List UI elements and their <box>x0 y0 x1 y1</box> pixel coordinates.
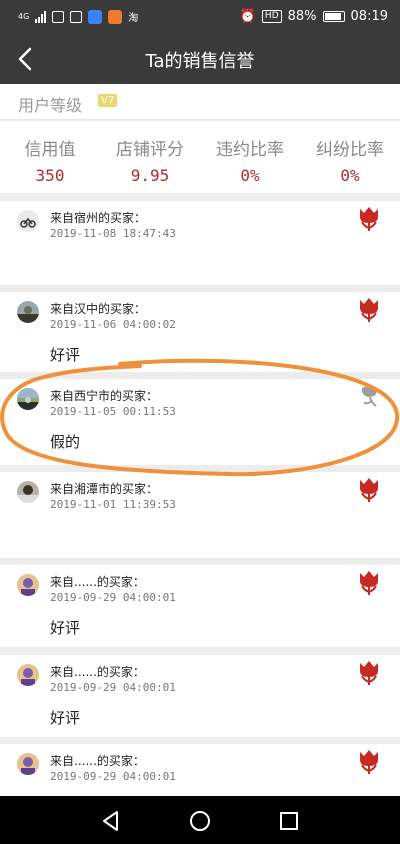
review-time: 2019-09-29 04:00:01 <box>50 591 176 604</box>
vibrate-icon <box>52 10 65 23</box>
credit-stats: 信用值 350 店铺评分 9.95 违约比率 0% 纠纷比率 0% <box>0 121 400 193</box>
review-item[interactable]: 来自......的买家： 2019-09-29 04:00:01 <box>0 744 400 796</box>
stat-label: 违约比率 <box>216 140 284 160</box>
status-bar: 4G 淘 ⏰ HD 88% 08:19 <box>0 0 400 34</box>
battery-icon <box>322 11 345 22</box>
stat-breach-rate: 违约比率 0% <box>200 121 300 193</box>
review-content: 好评 <box>50 709 81 727</box>
review-content: 好评 <box>50 619 81 637</box>
stat-value: 350 <box>35 166 65 185</box>
stat-value: 9.95 <box>130 166 170 185</box>
user-level-label: 用户等级 <box>18 96 83 115</box>
recents-square-icon[interactable] <box>276 808 302 834</box>
stat-store-score: 店铺评分 9.95 <box>100 121 200 193</box>
taobao-mini-icon: 淘 <box>128 13 139 24</box>
motorcycle-avatar <box>17 210 39 232</box>
status-right: ⏰ HD 88% 08:19 <box>240 9 388 24</box>
hd-badge: HD <box>261 10 282 23</box>
person-avatar <box>17 481 39 503</box>
review-item[interactable]: 来自宿州的买家： 2019-11-08 18:47:43 <box>0 201 400 285</box>
review-time: 2019-11-05 00:11:53 <box>50 405 176 418</box>
user-level-row: 用户等级 V7 <box>0 84 400 120</box>
level-badge: V7 <box>98 94 118 107</box>
good-rating-flower-icon <box>360 571 378 595</box>
buyer-location: 来自......的买家： <box>50 665 145 679</box>
battery-percent: 88% <box>287 9 317 24</box>
good-rating-flower-icon <box>360 478 378 502</box>
bad-rating-wilted-flower-icon <box>362 386 377 407</box>
person-avatar <box>17 301 39 323</box>
buyer-location: 来自湘潭市的买家： <box>50 482 159 496</box>
stat-credit: 信用值 350 <box>0 121 100 193</box>
buyer-location: 来自宿州的买家： <box>50 211 147 225</box>
review-content: 假的 <box>50 433 81 451</box>
stat-label: 纠纷比率 <box>316 140 384 160</box>
review-item[interactable]: 来自......的买家： 2019-09-29 04:00:01 好评 <box>0 655 400 737</box>
stat-dispute-rate: 纠纷比率 0% <box>300 121 400 193</box>
stat-label: 店铺评分 <box>116 140 184 160</box>
good-rating-flower-icon <box>360 750 378 774</box>
buyer-location: 来自西宁市的买家： <box>50 389 159 403</box>
stat-value: 0% <box>240 166 260 185</box>
good-rating-flower-icon <box>360 661 378 685</box>
stat-label: 信用值 <box>24 140 76 160</box>
taobao-app-icon <box>108 9 123 24</box>
buyer-location: 来自汉中的买家： <box>50 302 147 316</box>
stat-value: 0% <box>340 166 360 185</box>
review-time: 2019-11-08 18:47:43 <box>50 227 176 240</box>
clock: 08:19 <box>350 9 388 24</box>
cartoon-avatar <box>17 574 39 596</box>
cartoon-avatar <box>17 664 39 686</box>
shield-app-icon <box>88 9 103 24</box>
status-left: 4G 淘 <box>18 9 138 24</box>
review-time: 2019-09-29 04:00:01 <box>50 681 176 694</box>
review-item[interactable]: 来自湘潭市的买家： 2019-11-01 11:39:53 <box>0 472 400 558</box>
cartoon-avatar <box>17 753 39 775</box>
review-item[interactable]: 来自汉中的买家： 2019-11-06 04:00:02 好评 <box>0 292 400 372</box>
page-title: Ta的销售信誉 <box>145 51 255 72</box>
good-rating-flower-icon <box>360 298 378 322</box>
android-nav-bar <box>0 796 400 844</box>
good-rating-flower-icon <box>360 207 378 231</box>
landscape-avatar <box>17 388 39 410</box>
home-circle-icon[interactable] <box>187 808 213 834</box>
review-time: 2019-09-29 04:00:01 <box>50 770 176 783</box>
buyer-location: 来自......的买家： <box>50 575 145 589</box>
review-list[interactable]: 来自宿州的买家： 2019-11-08 18:47:43 来自汉中的买家： 20… <box>0 201 400 796</box>
review-time: 2019-11-06 04:00:02 <box>50 318 176 331</box>
review-item[interactable]: 来自西宁市的买家： 2019-11-05 00:11:53 假的 <box>0 379 400 465</box>
network-label: 4G <box>18 12 30 21</box>
alarm-icon: ⏰ <box>239 9 256 24</box>
header-bar: Ta的销售信誉 <box>0 34 400 84</box>
nfc-icon <box>70 10 83 23</box>
review-item[interactable]: 来自......的买家： 2019-09-29 04:00:01 好评 <box>0 565 400 647</box>
review-content: 好评 <box>50 346 81 364</box>
buyer-location: 来自......的买家： <box>50 754 145 768</box>
back-triangle-icon[interactable] <box>98 808 124 834</box>
review-time: 2019-11-01 11:39:53 <box>50 498 176 511</box>
signal-icon <box>35 10 47 23</box>
